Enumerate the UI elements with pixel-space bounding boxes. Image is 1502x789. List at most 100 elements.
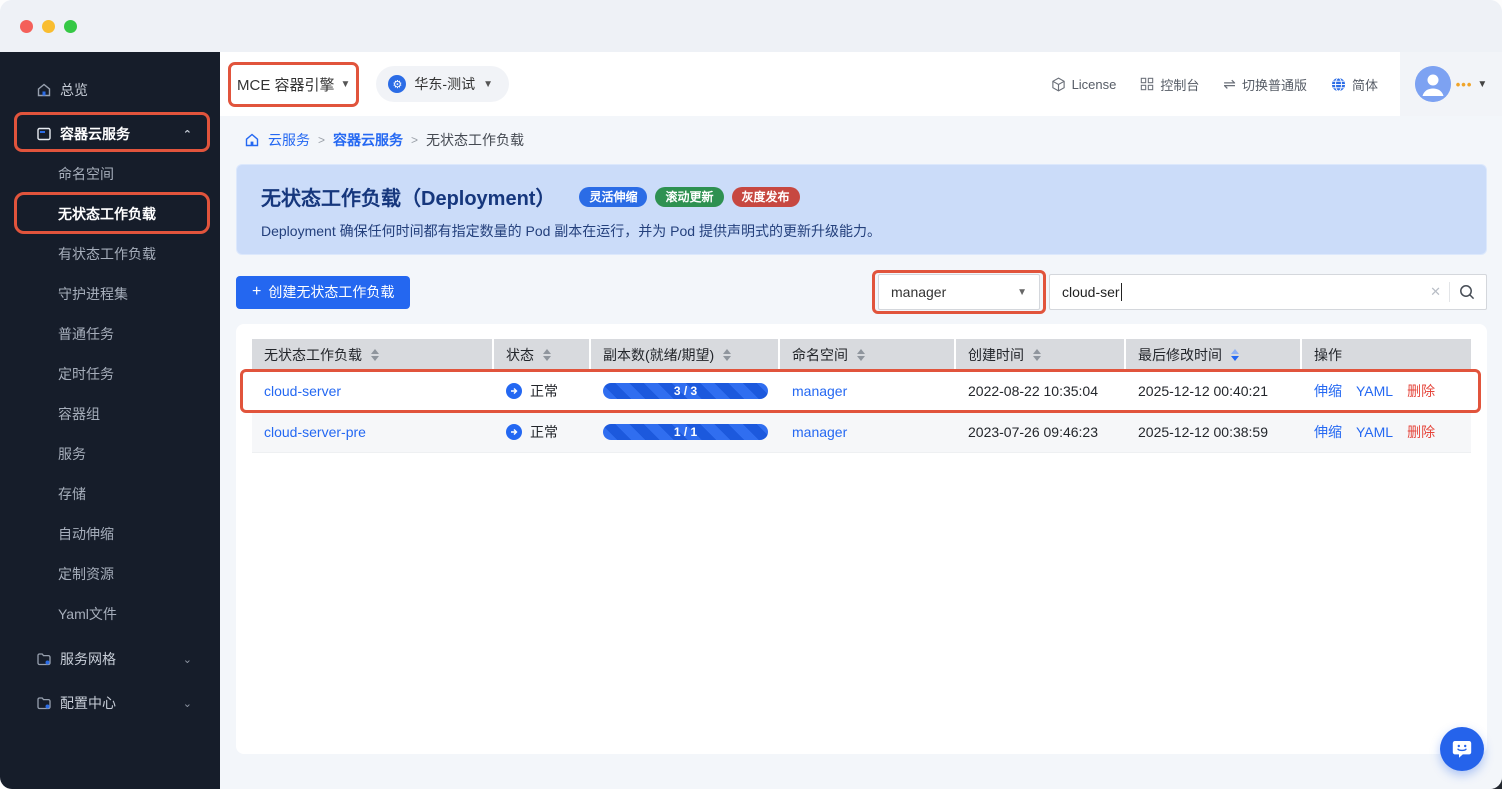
search-icon[interactable] [1458, 283, 1476, 301]
sidebar-group-config-center[interactable]: 配置中心 ⌄ [0, 683, 220, 723]
namespace-select[interactable]: manager ▼ [872, 270, 1046, 314]
yaml-action[interactable]: YAML [1356, 383, 1393, 399]
sidebar-item-overview[interactable]: 总览 [0, 70, 220, 110]
license-link[interactable]: License [1051, 76, 1117, 92]
home-icon[interactable] [244, 132, 260, 148]
zoom-window-button[interactable] [64, 19, 77, 33]
switch-icon: ⇌ [1223, 76, 1236, 93]
license-label: License [1071, 76, 1117, 92]
yaml-action[interactable]: YAML [1356, 424, 1393, 440]
console-icon [1141, 77, 1154, 91]
workload-name-link[interactable]: cloud-server [264, 383, 341, 399]
user-menu[interactable]: ••• ▼ [1400, 52, 1502, 116]
sort-icon[interactable] [723, 349, 732, 361]
badge-flex-scale: 灵活伸缩 [579, 186, 648, 207]
scale-action[interactable]: 伸缩 [1314, 381, 1342, 401]
chevron-down-icon: ⌄ [182, 653, 192, 666]
clear-search-icon[interactable]: ✕ [1424, 284, 1447, 300]
replica-progress-bar: 1 / 1 [603, 424, 768, 440]
sidebar-group-label: 容器云服务 [60, 126, 130, 142]
sidebar-item-job[interactable]: 普通任务 [0, 314, 220, 354]
sidebar-item-deployment[interactable]: 无状态工作负载 [0, 192, 220, 234]
column-header-actions: 操作 [1314, 347, 1342, 363]
sidebar-group-service-mesh[interactable]: 服务网格 ⌄ [0, 639, 220, 679]
column-header-replicas: 副本数(就绪/期望) [591, 339, 780, 371]
sidebar-group-label: 配置中心 [60, 695, 116, 711]
search-input-value: cloud-ser [1062, 284, 1120, 300]
sort-icon[interactable] [371, 349, 379, 361]
sidebar-item-cronjob[interactable]: 定时任务 [0, 354, 220, 394]
column-header-namespace: 命名空间 [780, 339, 956, 371]
sidebar-item-autoscale[interactable]: 自动伸缩 [0, 514, 220, 554]
switch-standard-label: 切换普通版 [1241, 77, 1307, 93]
breadcrumb-item-container-cloud[interactable]: 容器云服务 [333, 130, 403, 150]
sidebar-item-daemonset[interactable]: 守护进程集 [0, 274, 220, 314]
table-header-row: 无状态工作负载 状态 副本数(就绪/期望) 命名空间 创建时间 最后修改时间 操… [252, 339, 1471, 371]
status-text: 正常 [530, 383, 558, 399]
page-banner: 无状态工作负载（Deployment） 灵活伸缩 滚动更新 灰度发布 Deplo… [236, 164, 1487, 255]
divider [1449, 282, 1450, 302]
sidebar-item-custom-resource[interactable]: 定制资源 [0, 554, 220, 594]
search-input[interactable]: cloud-ser ✕ [1049, 274, 1487, 310]
locale-link[interactable]: 简体 [1331, 75, 1378, 94]
table-row: cloud-server 正常 3 / 3 manager 2022-08-22… [240, 369, 1481, 413]
console-link[interactable]: 控制台 [1140, 75, 1199, 94]
chevron-up-icon: ⌃ [182, 128, 192, 141]
cluster-switcher[interactable]: ⚙ 华东-测试 ▼ [376, 66, 509, 102]
sidebar-item-label: 无状态工作负载 [58, 206, 156, 222]
feature-badges: 灵活伸缩 滚动更新 灰度发布 [579, 186, 800, 207]
delete-action[interactable]: 删除 [1407, 422, 1435, 442]
sidebar-item-service[interactable]: 服务 [0, 434, 220, 474]
chevron-down-icon: ▼ [1477, 78, 1488, 90]
sort-icon[interactable] [1033, 349, 1041, 361]
sidebar-item-yaml-file[interactable]: Yaml文件 [0, 594, 220, 634]
sidebar-group-label: 服务网格 [60, 651, 116, 667]
column-header-name: 无状态工作负载 [252, 339, 494, 371]
breadcrumb: 云服务 > 容器云服务 > 无状态工作负载 [220, 116, 1502, 164]
workload-table-card: 无状态工作负载 状态 副本数(就绪/期望) 命名空间 创建时间 最后修改时间 操… [236, 324, 1487, 754]
status-text: 正常 [530, 424, 558, 440]
close-window-button[interactable] [20, 19, 33, 33]
sidebar-item-namespace[interactable]: 命名空间 [0, 154, 220, 194]
text-cursor [1120, 283, 1123, 301]
chevron-down-icon: ⌄ [182, 697, 192, 710]
breadcrumb-separator: > [411, 133, 419, 147]
support-chat-button[interactable] [1440, 727, 1484, 771]
globe-icon [1331, 76, 1346, 92]
scale-action[interactable]: 伸缩 [1314, 422, 1342, 442]
workload-name-link[interactable]: cloud-server-pre [264, 424, 366, 440]
sort-icon[interactable] [857, 349, 865, 361]
namespace-link[interactable]: manager [792, 383, 847, 399]
create-deployment-label: 创建无状态工作负载 [268, 284, 395, 300]
column-header-status: 状态 [494, 339, 591, 371]
delete-action[interactable]: 删除 [1407, 381, 1435, 401]
breadcrumb-item-current: 无状态工作负载 [426, 132, 525, 148]
sidebar-nav: 总览 容器云服务 ⌃ 命名空间 无状态工作负载 有状态工作负载 守护进程集 普通… [0, 52, 220, 789]
status-running-icon [506, 424, 522, 440]
page-title: 无状态工作负载（Deployment） [261, 188, 556, 210]
create-deployment-button[interactable]: + 创建无状态工作负载 [236, 275, 411, 309]
sidebar-group-container-cloud[interactable]: 容器云服务 ⌃ [0, 112, 220, 154]
modified-time: 2025-12-12 00:38:59 [1138, 424, 1268, 440]
sidebar-item-statefulset[interactable]: 有状态工作负载 [0, 234, 220, 274]
sort-icon[interactable] [543, 349, 551, 361]
breadcrumb-item-cloud-services[interactable]: 云服务 [268, 130, 310, 150]
namespace-link[interactable]: manager [792, 424, 847, 440]
switch-standard-link[interactable]: ⇌ 切换普通版 [1223, 75, 1307, 94]
avatar [1414, 66, 1451, 102]
product-menu-dropdown[interactable]: MCE 容器引擎 ▼ [228, 61, 360, 107]
sidebar-item-label: 总览 [60, 82, 88, 98]
container-icon [36, 126, 52, 142]
sidebar-item-storage[interactable]: 存储 [0, 474, 220, 514]
cluster-icon: ⚙ [388, 75, 407, 93]
sort-icon-active[interactable] [1231, 349, 1239, 361]
modified-time: 2025-12-12 00:40:21 [1138, 383, 1268, 399]
sidebar-item-pod[interactable]: 容器组 [0, 394, 220, 434]
minimize-window-button[interactable] [42, 19, 55, 33]
status-running-icon [506, 383, 522, 399]
folder-icon [36, 695, 52, 711]
replica-progress-bar: 3 / 3 [603, 383, 768, 399]
badge-rolling-update: 滚动更新 [655, 186, 724, 207]
ellipsis-icon: ••• [1455, 76, 1473, 92]
column-header-created: 创建时间 [956, 339, 1126, 371]
